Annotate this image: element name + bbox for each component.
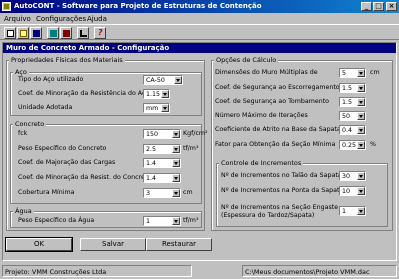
chevron-down-icon[interactable] xyxy=(161,90,169,98)
chevron-down-icon[interactable] xyxy=(357,84,365,92)
chevron-down-icon[interactable] xyxy=(357,69,365,77)
pane-title-bar: Muro de Concreto Armado - Configuração xyxy=(3,43,396,53)
help-icon[interactable]: ? xyxy=(94,27,106,39)
overturn-factor-label: Coef. de Segurança ao Tombamento xyxy=(215,98,330,105)
increments-group-title: Controle de Incrementos xyxy=(219,159,304,167)
new-document-icon[interactable] xyxy=(4,27,16,39)
concrete-weight-select[interactable]: 2.5 xyxy=(143,144,181,154)
pane-title: Muro de Concreto Armado - Configuração xyxy=(6,44,170,52)
chevron-down-icon[interactable] xyxy=(172,145,180,153)
chevron-down-icon[interactable] xyxy=(357,112,365,120)
wall-dim-label: Dimensões do Muro Múltiplas de xyxy=(215,69,318,76)
chevron-down-icon[interactable] xyxy=(357,187,365,195)
chevron-down-icon[interactable] xyxy=(172,174,180,182)
water-weight-label: Peso Específico da Água xyxy=(18,217,95,224)
min-section-label: Fator para Obtenção da Seção Mínima xyxy=(215,141,336,148)
sliding-factor-select[interactable]: 1.5 xyxy=(339,83,366,93)
section-increments-select[interactable]: 1 xyxy=(339,206,366,216)
status-file-path: C:\Meus documentos\Projeto VMM.dac xyxy=(242,265,397,277)
min-section-unit: % xyxy=(370,141,376,148)
section-increments-sublabel: (Espessura do Tardoz/Sapata) xyxy=(221,212,315,219)
heel-increments-select[interactable]: 30 xyxy=(339,171,366,181)
chevron-down-icon[interactable] xyxy=(172,189,180,197)
chart-icon[interactable] xyxy=(77,27,89,39)
wall-dim-unit: cm xyxy=(370,69,380,76)
open-folder-icon[interactable] xyxy=(17,27,29,39)
app-icon[interactable] xyxy=(2,2,11,11)
window-title: AutoCONT - Software para Projeto de Estr… xyxy=(14,2,262,10)
min-section-select[interactable]: 0.25 xyxy=(339,140,366,150)
fck-select[interactable]: 150 xyxy=(143,129,181,139)
table-icon[interactable] xyxy=(60,27,72,39)
min-cover-label: Cobertura Mínima xyxy=(18,189,75,196)
ok-button[interactable]: OK xyxy=(5,237,73,252)
chevron-down-icon[interactable] xyxy=(161,104,169,112)
friction-label: Coeficiente de Atrito na Base da Sapata xyxy=(215,126,341,133)
minimize-button[interactable]: _ xyxy=(361,2,372,11)
steel-group-title: Aço xyxy=(13,68,29,76)
menu-configuracoes[interactable]: Configurações xyxy=(36,15,86,23)
section-increments-label: Nº de Incrementos na Seção Engaste xyxy=(221,204,339,211)
concrete-group-title: Concreto xyxy=(13,120,47,128)
book-icon[interactable] xyxy=(47,27,59,39)
save-button[interactable]: Salvar xyxy=(80,238,146,251)
concrete-weight-label: Peso Específico do Concreto xyxy=(18,145,107,152)
chevron-down-icon[interactable] xyxy=(174,76,182,84)
steel-coef-label: Coef. de Minoração da Resistência do Aço xyxy=(18,90,150,97)
overturn-factor-select[interactable]: 1.5 xyxy=(339,97,366,107)
title-bar[interactable]: AutoCONT - Software para Projeto de Estr… xyxy=(0,0,399,13)
heel-increments-label: Nº de Incrementos no Talão da Sapata xyxy=(221,172,342,179)
steel-type-label: Tipo do Aço utilizado xyxy=(18,76,84,83)
restore-button[interactable]: Restaurar xyxy=(146,238,212,251)
calc-options-title: Opções de Cálculo xyxy=(214,56,279,64)
close-button[interactable]: × xyxy=(386,2,397,11)
fck-label: fck xyxy=(18,130,28,137)
max-iter-select[interactable]: 50 xyxy=(339,111,366,121)
concrete-resist-label: Coef. de Minoração da Resist. do Concret… xyxy=(18,174,152,181)
load-factor-select[interactable]: 1.4 xyxy=(143,158,181,168)
menu-ajuda[interactable]: Ajuda xyxy=(87,15,107,23)
friction-select[interactable]: 0.4 xyxy=(339,125,366,135)
min-cover-unit: cm xyxy=(183,189,193,196)
fck-unit: Kgf/cm² xyxy=(183,130,208,137)
steel-unit-label: Unidade Adotada xyxy=(18,104,73,111)
concrete-resist-select[interactable]: 1.4 xyxy=(143,173,181,183)
maximize-button[interactable]: □ xyxy=(373,2,384,11)
chevron-down-icon[interactable] xyxy=(357,141,365,149)
chevron-down-icon[interactable] xyxy=(172,130,180,138)
status-project: Projeto: VMM Construções Ltda xyxy=(2,265,192,277)
steel-coef-select[interactable]: 1.15 xyxy=(143,89,170,99)
concrete-weight-unit: tf/m³ xyxy=(183,145,199,152)
water-weight-select[interactable]: 1 xyxy=(143,216,181,226)
steel-type-select[interactable]: CA-50 xyxy=(143,75,183,85)
chevron-down-icon[interactable] xyxy=(357,126,365,134)
load-factor-label: Coef. de Majoração das Cargas xyxy=(18,159,116,166)
chevron-down-icon[interactable] xyxy=(357,172,365,180)
sliding-factor-label: Coef. de Segurança ao Escorregamento xyxy=(215,84,340,91)
chevron-down-icon[interactable] xyxy=(172,159,180,167)
status-bar: Projeto: VMM Construções Ltda C:\Meus do… xyxy=(0,263,399,279)
chevron-down-icon[interactable] xyxy=(172,217,180,225)
toolbar: ? xyxy=(0,24,399,40)
chevron-down-icon[interactable] xyxy=(357,207,365,215)
water-weight-unit: tf/m³ xyxy=(183,217,199,224)
menu-bar: Arquivo Configurações Ajuda xyxy=(0,13,399,24)
wall-dim-select[interactable]: 5 xyxy=(339,68,366,78)
materials-group-title: Propriedades Físicas dos Materiais xyxy=(9,56,125,64)
steel-unit-select[interactable]: mm xyxy=(143,103,170,113)
toe-increments-select[interactable]: 10 xyxy=(339,186,366,196)
min-cover-select[interactable]: 3 xyxy=(143,188,181,198)
water-group-title: Água xyxy=(13,207,34,215)
save-disk-icon[interactable] xyxy=(30,27,42,39)
toe-increments-label: Nº de Incrementos na Ponta da Sapata xyxy=(221,187,344,194)
chevron-down-icon[interactable] xyxy=(357,98,365,106)
menu-arquivo[interactable]: Arquivo xyxy=(4,15,31,23)
max-iter-label: Número Máximo de Iterações xyxy=(215,112,308,119)
